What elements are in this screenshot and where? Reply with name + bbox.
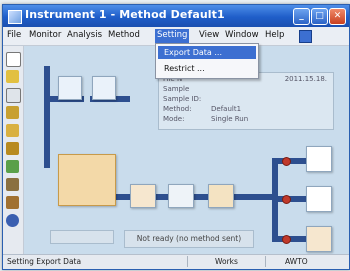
save-icon[interactable] <box>6 88 21 103</box>
app-icon <box>8 10 22 24</box>
valve-top-icon[interactable] <box>282 157 291 166</box>
menu-window[interactable]: Window <box>225 30 259 40</box>
edit-icon[interactable] <box>6 196 19 209</box>
detector-icon[interactable] <box>208 184 234 208</box>
tools-icon[interactable] <box>6 178 19 191</box>
menu-analysis[interactable]: Analysis <box>67 30 102 40</box>
title-bar: Instrument 1 - Method Default1 _ □ ✕ <box>3 5 349 27</box>
chromatogram-icon[interactable] <box>306 146 332 172</box>
column-oven-icon[interactable] <box>168 184 194 208</box>
load-icon[interactable] <box>6 106 19 119</box>
menu-view[interactable]: View <box>199 30 219 40</box>
report-icon[interactable] <box>6 124 19 137</box>
setting-dropdown-menu: Export Data ... Restrict ... <box>155 43 259 79</box>
pump-b-icon[interactable] <box>92 76 116 100</box>
mode-value: Single Run <box>211 115 249 123</box>
autosampler-tray-icon[interactable] <box>58 154 116 206</box>
method-value: Default1 <box>211 105 242 113</box>
instrument-status-message: Not ready (no method sent) <box>124 230 254 248</box>
pipe-left-vertical <box>44 66 50 168</box>
vertical-toolbar <box>3 46 24 255</box>
status-separator <box>265 256 266 267</box>
mode-label: Mode: <box>163 115 185 123</box>
window-title: Instrument 1 - Method Default1 <box>25 8 225 21</box>
pump-a-icon[interactable] <box>58 76 82 100</box>
new-icon[interactable] <box>6 52 21 67</box>
menu-help[interactable]: Help <box>265 30 284 40</box>
info-date: 2011.15.18. <box>284 75 327 83</box>
method-info-panel: File N 2011.15.18. Sample Sample ID: Met… <box>158 72 334 130</box>
injector-icon[interactable] <box>130 184 156 208</box>
menu-method[interactable]: Method <box>108 30 140 40</box>
menu-monitor[interactable]: Monitor <box>29 30 61 40</box>
minimize-button[interactable]: _ <box>293 8 310 25</box>
status-separator <box>187 256 188 267</box>
application-window: Instrument 1 - Method Default1 _ □ ✕ Fil… <box>2 4 350 270</box>
menu-setting[interactable]: Setting <box>155 29 190 43</box>
report-output-icon[interactable] <box>306 226 332 252</box>
restrict-menu-item[interactable]: Restrict ... <box>158 62 256 75</box>
method-label: Method: <box>163 105 192 113</box>
status-middle: Works <box>215 257 238 266</box>
sample-label: Sample <box>163 85 190 93</box>
run-icon[interactable] <box>6 160 19 173</box>
valve-bottom-icon[interactable] <box>282 235 291 244</box>
help-icon[interactable] <box>299 30 312 43</box>
export-data-menu-item[interactable]: Export Data ... <box>158 46 256 59</box>
sample-id-label: Sample ID: <box>163 95 202 103</box>
status-bar: Setting Export Data Works AWTO <box>3 254 349 269</box>
close-button[interactable]: ✕ <box>329 8 346 25</box>
tray-icon[interactable] <box>6 142 19 155</box>
status-left: Setting Export Data <box>7 257 82 266</box>
maximize-button[interactable]: □ <box>311 8 328 25</box>
progress-box <box>50 230 114 244</box>
valve-mid-icon[interactable] <box>282 195 291 204</box>
open-folder-icon[interactable] <box>6 70 19 83</box>
network-icon[interactable] <box>6 214 19 227</box>
menu-file[interactable]: File <box>7 30 21 40</box>
status-right: AWTO <box>285 257 308 266</box>
calibration-curve-icon[interactable] <box>306 186 332 212</box>
